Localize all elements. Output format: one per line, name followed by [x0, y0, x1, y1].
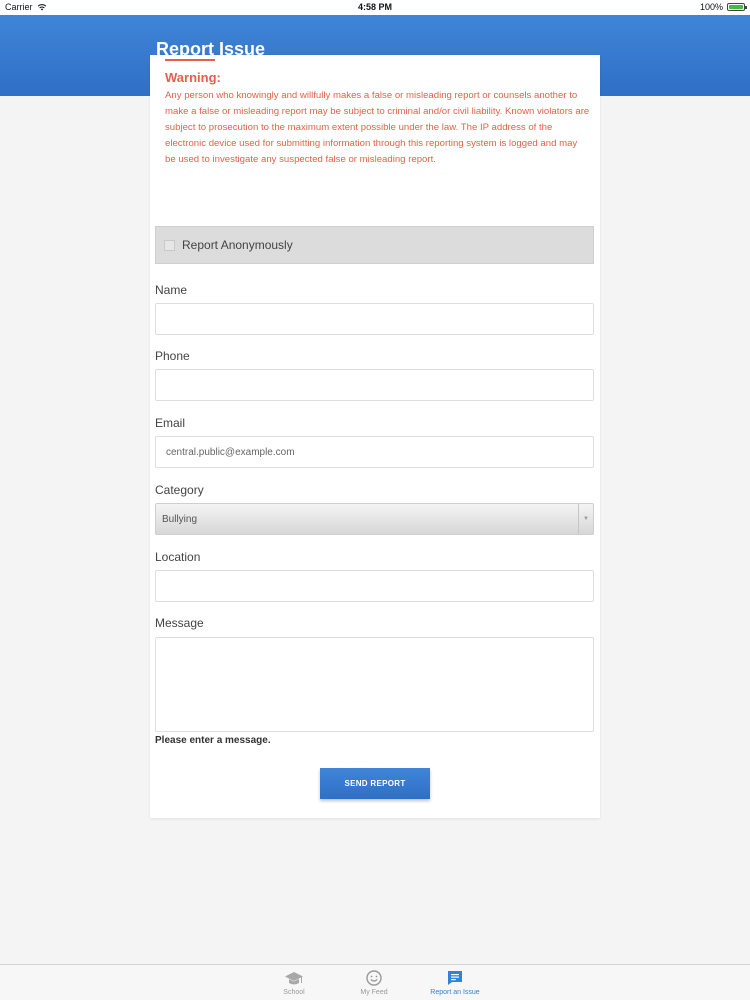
send-report-button[interactable]: SEND REPORT [320, 768, 430, 799]
message-field[interactable] [155, 637, 594, 732]
email-field[interactable] [155, 436, 594, 468]
warning-accent-line [165, 59, 215, 61]
category-value: Bullying [162, 513, 198, 525]
category-label: Category [155, 483, 204, 497]
name-label: Name [155, 283, 188, 297]
tab-report-an-issue-label: Report an Issue [430, 989, 480, 996]
report-form-card: Warning: Any person who knowingly and wi… [150, 55, 600, 818]
location-field[interactable] [155, 570, 594, 602]
tab-school[interactable]: School [249, 969, 339, 996]
chat-bubble-icon [448, 971, 462, 985]
warning-title: Warning: [165, 70, 221, 85]
status-right: 100% [699, 2, 747, 12]
graduation-cap-icon [285, 972, 303, 985]
message-label: Message [155, 616, 204, 630]
dropdown-arrow-icon[interactable]: ▼ [578, 504, 593, 534]
category-select[interactable]: Bullying ▼ [155, 503, 594, 535]
battery-percent: 100% [699, 2, 723, 12]
report-anonymously-toggle[interactable]: Report Anonymously [155, 226, 594, 264]
name-field[interactable] [155, 303, 594, 335]
tab-bar: School My Feed Report an Issue [0, 964, 750, 1000]
battery-icon [727, 3, 747, 11]
location-label: Location [155, 550, 201, 564]
warning-text: Any person who knowingly and willfully m… [165, 90, 590, 165]
status-time: 4:58 PM [357, 2, 392, 12]
phone-label: Phone [155, 349, 190, 363]
tab-report-an-issue[interactable]: Report an Issue [410, 969, 500, 996]
smiley-icon [366, 970, 382, 986]
message-error: Please enter a message. [155, 735, 271, 746]
tab-my-feed-label: My Feed [360, 989, 388, 996]
anonymous-label: Report Anonymously [182, 238, 293, 252]
status-bar: Carrier 4:58 PM 100% [0, 0, 750, 15]
tab-my-feed[interactable]: My Feed [329, 969, 419, 996]
phone-field[interactable] [155, 369, 594, 401]
battery-fill [729, 5, 743, 9]
tab-school-label: School [283, 989, 305, 996]
email-label: Email [155, 416, 186, 430]
anonymous-checkbox[interactable] [164, 239, 175, 251]
